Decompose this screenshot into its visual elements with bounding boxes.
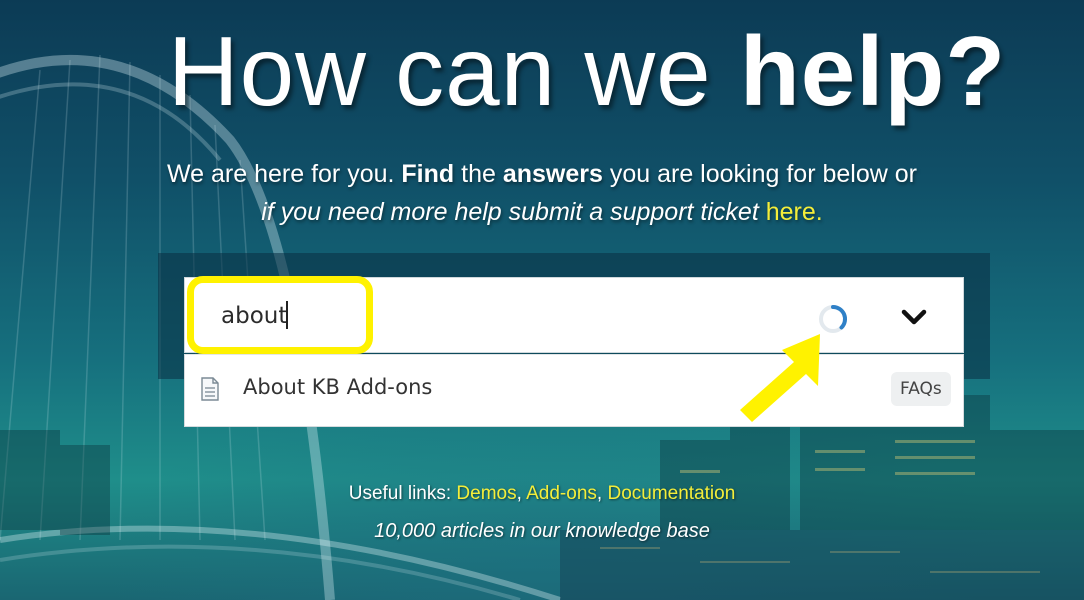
support-ticket-link[interactable]: here. (766, 198, 823, 226)
article-count-note: 10,000 articles in our knowledge base (374, 520, 710, 542)
hero-subtitle: We are here for you. Find the answers yo… (0, 155, 1084, 231)
result-item[interactable]: About KB Add-ons FAQs (185, 355, 963, 426)
hero-title-bold: help? (739, 16, 1007, 126)
demos-link[interactable]: Demos (456, 483, 516, 504)
subtitle-line2: if you need more help submit a support t… (261, 198, 766, 226)
annotation-arrow-icon (740, 334, 820, 422)
chevron-down-icon[interactable] (898, 302, 930, 332)
useful-links: Useful links: Demos, Add-ons, Documentat… (348, 483, 736, 504)
text-cursor (286, 301, 288, 329)
subtitle-line1: We are here for you. Find the answers yo… (167, 160, 917, 188)
hero-title-regular: How can we (167, 16, 740, 126)
result-category-badge: FAQs (891, 372, 951, 406)
result-title: About KB Add-ons (243, 375, 433, 399)
search-input[interactable] (221, 298, 781, 334)
hero-title: How can we help? (0, 16, 1084, 126)
document-icon (201, 377, 219, 401)
useful-links-label: Useful links: (348, 483, 457, 504)
search-results-dropdown: About KB Add-ons FAQs (184, 354, 964, 427)
documentation-link[interactable]: Documentation (607, 483, 735, 504)
add-ons-link[interactable]: Add-ons (526, 483, 597, 504)
